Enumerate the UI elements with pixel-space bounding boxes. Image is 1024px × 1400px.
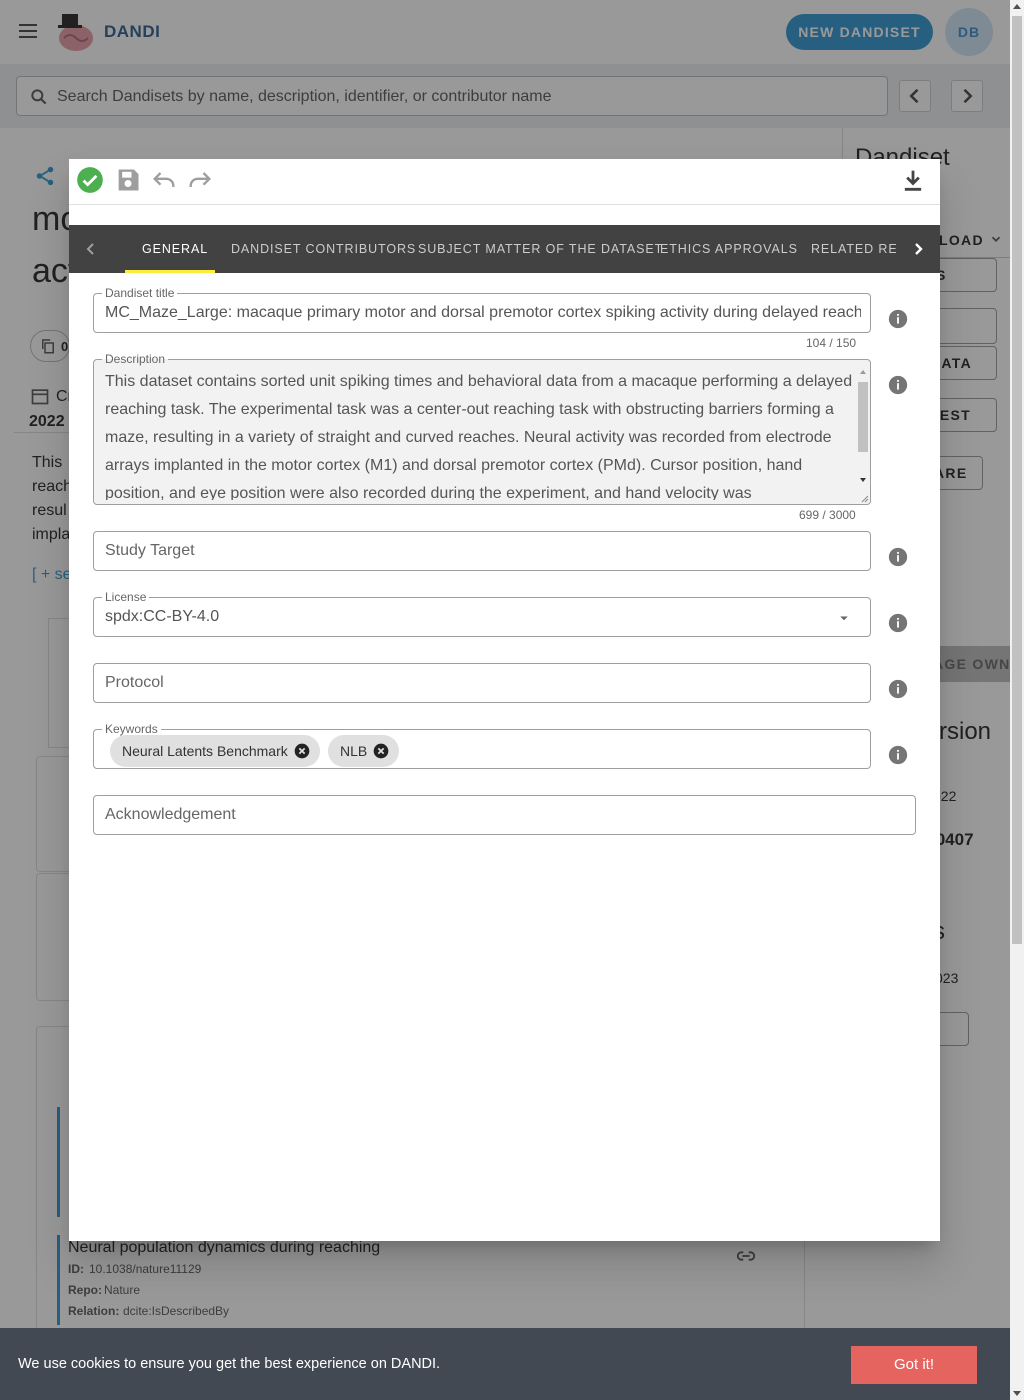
scroll-down-icon[interactable]	[860, 478, 866, 482]
save-icon[interactable]	[114, 166, 142, 194]
keyword-chip-label: Neural Latents Benchmark	[122, 743, 288, 759]
info-icon[interactable]	[887, 612, 909, 634]
chip-close-icon[interactable]	[294, 743, 310, 759]
info-icon[interactable]	[887, 546, 909, 568]
dropdown-arrow-icon[interactable]	[835, 609, 853, 627]
tabs-scroll-right[interactable]	[896, 225, 940, 273]
description-label: Description	[102, 352, 169, 366]
chip-close-icon[interactable]	[373, 743, 389, 759]
keyword-chip-label: NLB	[340, 743, 368, 759]
info-icon[interactable]	[887, 308, 909, 330]
description-field[interactable]: Description This dataset contains sorted…	[93, 352, 871, 505]
keyword-chip[interactable]: Neural Latents Benchmark	[110, 735, 320, 767]
protocol-placeholder: Protocol	[105, 674, 164, 691]
study-target-field[interactable]: Study Target	[93, 531, 871, 571]
undo-icon[interactable]	[150, 166, 178, 194]
tab-ethics-approvals[interactable]: ETHICS APPROVALS	[644, 225, 814, 273]
editor-tabs: GENERAL DANDISET CONTRIBUTORS SUBJECT MA…	[69, 225, 940, 273]
keyword-chip[interactable]: NLB	[328, 735, 399, 767]
chevron-left-icon	[86, 243, 94, 255]
info-icon[interactable]	[887, 374, 909, 396]
keywords-field[interactable]: Keywords Neural Latents Benchmark NLB	[93, 722, 871, 769]
scroll-down-icon[interactable]	[1013, 1391, 1021, 1396]
dandiset-title-label: Dandiset title	[102, 286, 178, 300]
info-icon[interactable]	[887, 678, 909, 700]
title-counter: 104 / 150	[806, 336, 857, 350]
description-value: This dataset contains sorted unit spikin…	[105, 373, 853, 500]
tab-general[interactable]: GENERAL	[126, 225, 224, 273]
license-label: License	[102, 590, 150, 604]
meditor-dialog: GENERAL DANDISET CONTRIBUTORS SUBJECT MA…	[69, 159, 940, 1241]
resize-handle-icon[interactable]	[859, 493, 869, 503]
scroll-up-icon[interactable]	[1013, 4, 1021, 9]
tab-dandiset-contributors[interactable]: DANDISET CONTRIBUTORS	[215, 225, 432, 273]
active-tab-indicator	[125, 270, 215, 273]
license-value: spdx:CC-BY-4.0	[105, 608, 220, 625]
cookie-text: We use cookies to ensure you get the bes…	[18, 1356, 441, 1372]
redo-icon[interactable]	[186, 166, 214, 194]
acknowledgement-placeholder: Acknowledgement	[105, 806, 236, 823]
license-select[interactable]: License spdx:CC-BY-4.0	[93, 590, 871, 637]
description-scrollbar[interactable]	[857, 368, 869, 496]
download-icon[interactable]	[899, 166, 927, 194]
editor-toolbar	[69, 159, 940, 205]
cookie-accept-button[interactable]: Got it!	[851, 1346, 977, 1384]
dandiset-title-value: MC_Maze_Large: macaque primary motor and…	[105, 304, 861, 321]
tab-subject-matter[interactable]: SUBJECT MATTER OF THE DATASET	[402, 225, 679, 273]
protocol-field[interactable]: Protocol	[93, 663, 871, 703]
study-target-placeholder: Study Target	[105, 542, 195, 559]
acknowledgement-field[interactable]: Acknowledgement	[93, 795, 916, 835]
cookie-banner: We use cookies to ensure you get the bes…	[0, 1328, 1010, 1400]
info-icon[interactable]	[887, 744, 909, 766]
dandiset-title-field[interactable]: Dandiset title MC_Maze_Large: macaque pr…	[93, 286, 871, 333]
tabs-scroll-left[interactable]	[69, 225, 113, 273]
chevron-right-icon	[915, 243, 923, 255]
keywords-label: Keywords	[102, 722, 161, 736]
scrollbar-thumb[interactable]	[1012, 16, 1022, 944]
description-counter: 699 / 3000	[799, 508, 856, 522]
scroll-up-icon[interactable]	[860, 370, 866, 374]
page-scrollbar[interactable]	[1010, 0, 1024, 1400]
valid-check-icon[interactable]	[76, 166, 104, 194]
description-scroll-thumb[interactable]	[858, 382, 868, 452]
